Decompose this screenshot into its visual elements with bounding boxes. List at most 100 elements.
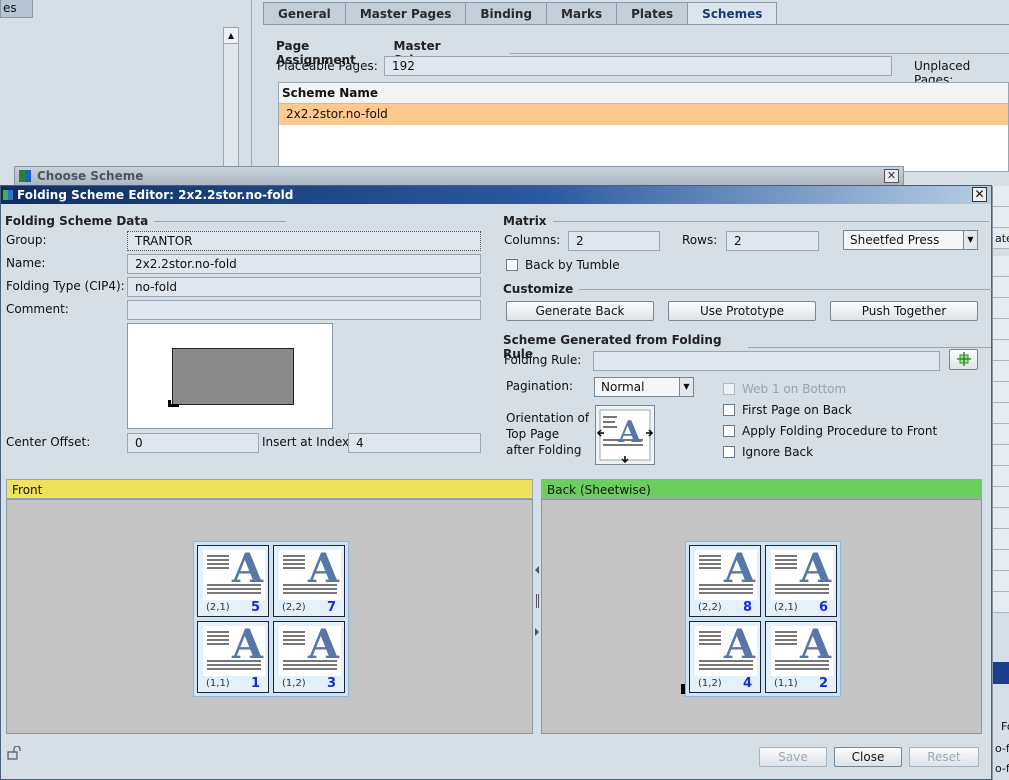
strip-cell bbox=[993, 256, 1009, 277]
section-title: Matrix bbox=[503, 214, 547, 228]
page-thumbnail: A bbox=[203, 623, 265, 676]
page-thumbnail: A bbox=[279, 623, 341, 676]
checkbox-box[interactable] bbox=[723, 404, 735, 416]
tab-schemes[interactable]: Schemes bbox=[687, 2, 778, 25]
tab-general[interactable]: General bbox=[263, 2, 345, 25]
page-coordinate: (1,1) bbox=[206, 678, 230, 689]
apply-folding-checkbox[interactable]: Apply Folding Procedure to Front bbox=[723, 424, 937, 438]
front-sheet-canvas[interactable]: A (2,1) 5 A (2,2) 7 A (1,1) 1 A (1,2) 3 bbox=[6, 499, 533, 734]
pagination-select[interactable]: Normal ▼ bbox=[594, 377, 694, 397]
left-panel-tab[interactable]: es bbox=[0, 0, 33, 18]
use-prototype-button[interactable]: Use Prototype bbox=[668, 301, 816, 321]
chevron-down-icon[interactable]: ▼ bbox=[679, 378, 693, 396]
panel-splitter[interactable] bbox=[533, 482, 541, 732]
page-number: 2 bbox=[818, 676, 828, 691]
page-number: 4 bbox=[742, 676, 752, 691]
page-cell[interactable]: A (2,2) 7 bbox=[273, 545, 345, 617]
front-sheet: A (2,1) 5 A (2,2) 7 A (1,1) 1 A (1,2) 3 bbox=[193, 541, 349, 697]
browse-rule-button[interactable] bbox=[949, 349, 978, 370]
strip-label: o-fo bbox=[995, 742, 1009, 755]
page-cell[interactable]: A (2,1) 6 bbox=[765, 545, 837, 617]
scroll-up-arrow-icon[interactable]: ▲ bbox=[224, 28, 238, 44]
back-sheet: A (2,2) 8 A (2,1) 6 A (1,2) 4 A (1,1) 2 bbox=[685, 541, 841, 697]
svg-text:A: A bbox=[617, 415, 642, 450]
rows-label: Rows: bbox=[682, 233, 718, 247]
lock-icon[interactable] bbox=[7, 746, 21, 760]
page-cell[interactable]: A (2,2) 8 bbox=[689, 545, 761, 617]
back-by-tumble-checkbox[interactable]: Back by Tumble bbox=[506, 258, 620, 272]
center-offset-field[interactable]: 0 bbox=[127, 433, 259, 453]
columns-field[interactable]: 2 bbox=[568, 231, 660, 251]
folding-rule-field[interactable] bbox=[593, 351, 940, 371]
strip-cell bbox=[993, 382, 1009, 403]
master-schemes-table: Scheme Name 2x2.2stor.no-fold bbox=[278, 82, 1009, 172]
strip-cell: ate bbox=[993, 228, 1009, 249]
page-thumbnail: A bbox=[203, 547, 265, 600]
first-page-back-checkbox[interactable]: First Page on Back bbox=[723, 403, 852, 417]
dialog-titlebar[interactable]: Folding Scheme Editor: 2x2.2stor.no-fold… bbox=[1, 186, 991, 204]
tab-underline bbox=[263, 24, 1009, 25]
scheme-name-column-header[interactable]: Scheme Name bbox=[279, 83, 1008, 104]
push-together-button[interactable]: Push Together bbox=[830, 301, 978, 321]
checkbox-box[interactable] bbox=[723, 383, 735, 395]
strip-cell bbox=[993, 403, 1009, 424]
folding-type-label: Folding Type (CIP4): bbox=[6, 279, 125, 293]
close-icon[interactable]: ✕ bbox=[884, 169, 899, 183]
orientation-picker[interactable]: A bbox=[595, 405, 655, 465]
background-left-panel: es ▲ bbox=[0, 0, 252, 170]
left-panel-scrollbar[interactable]: ▲ bbox=[223, 27, 239, 170]
table-row[interactable]: 2x2.2stor.no-fold bbox=[279, 104, 1008, 125]
orientation-label-line2: Top Page bbox=[506, 427, 560, 441]
strip-cell bbox=[993, 592, 1009, 613]
chevron-down-icon[interactable]: ▼ bbox=[963, 231, 977, 249]
tab-binding[interactable]: Binding bbox=[465, 2, 547, 25]
choose-scheme-titlebar: Choose Scheme ✕ bbox=[14, 166, 904, 186]
reset-button[interactable]: Reset bbox=[909, 747, 979, 767]
insert-index-field[interactable]: 4 bbox=[348, 433, 481, 453]
press-type-value: Sheetfed Press bbox=[850, 233, 940, 247]
press-type-select[interactable]: Sheetfed Press ▼ bbox=[843, 230, 978, 250]
web1-bottom-checkbox[interactable]: Web 1 on Bottom bbox=[723, 382, 846, 396]
strip-cell bbox=[993, 529, 1009, 550]
save-button[interactable]: Save bbox=[759, 747, 827, 767]
strip-cell bbox=[993, 361, 1009, 382]
checkbox-box[interactable] bbox=[723, 425, 735, 437]
generate-back-button[interactable]: Generate Back bbox=[506, 301, 654, 321]
settings-tab-bar: General Master Pages Binding Marks Plate… bbox=[263, 2, 778, 25]
sheet-origin-marker bbox=[168, 400, 179, 407]
page-number: 7 bbox=[326, 600, 336, 615]
strip-cell bbox=[993, 340, 1009, 361]
ignore-back-checkbox[interactable]: Ignore Back bbox=[723, 445, 813, 459]
folding-type-field[interactable]: no-fold bbox=[127, 277, 481, 297]
strip-cell bbox=[993, 550, 1009, 571]
tab-plates[interactable]: Plates bbox=[616, 2, 688, 25]
page-thumbnail: A bbox=[695, 547, 757, 600]
sheet-preview-shape bbox=[172, 348, 294, 405]
close-icon[interactable]: ✕ bbox=[972, 187, 987, 202]
comment-field[interactable] bbox=[127, 300, 481, 320]
back-sheet-canvas[interactable]: A (2,2) 8 A (2,1) 6 A (1,2) 4 A (1,1) 2 bbox=[541, 499, 982, 734]
page-cell[interactable]: A (1,2) 3 bbox=[273, 621, 345, 693]
insert-index-label: Insert at Index bbox=[262, 435, 350, 449]
first-page-back-label: First Page on Back bbox=[742, 403, 852, 417]
strip-selected-row bbox=[993, 662, 1009, 684]
checkbox-box[interactable] bbox=[723, 446, 735, 458]
placeable-pages-label: Placeable Pages: bbox=[277, 59, 378, 73]
group-field[interactable]: TRANTOR bbox=[127, 231, 481, 251]
orientation-label-line3: after Folding bbox=[506, 443, 582, 457]
close-button[interactable]: Close bbox=[834, 747, 902, 767]
page-cell[interactable]: A (1,1) 2 bbox=[765, 621, 837, 693]
tab-master-pages[interactable]: Master Pages bbox=[344, 2, 466, 25]
folding-rule-label: Folding Rule: bbox=[504, 353, 582, 367]
page-cell[interactable]: A (1,1) 1 bbox=[197, 621, 269, 693]
section-title: Folding Scheme Data bbox=[5, 214, 149, 228]
page-number: 3 bbox=[326, 676, 336, 691]
name-field[interactable]: 2x2.2stor.no-fold bbox=[127, 254, 481, 274]
page-cell[interactable]: A (1,2) 4 bbox=[689, 621, 761, 693]
rows-field[interactable]: 2 bbox=[726, 231, 819, 251]
section-divider bbox=[579, 288, 993, 290]
folding-scheme-data-section: Folding Scheme Data bbox=[5, 214, 287, 228]
page-cell[interactable]: A (2,1) 5 bbox=[197, 545, 269, 617]
checkbox-box[interactable] bbox=[506, 259, 518, 271]
tab-marks[interactable]: Marks bbox=[546, 2, 617, 25]
